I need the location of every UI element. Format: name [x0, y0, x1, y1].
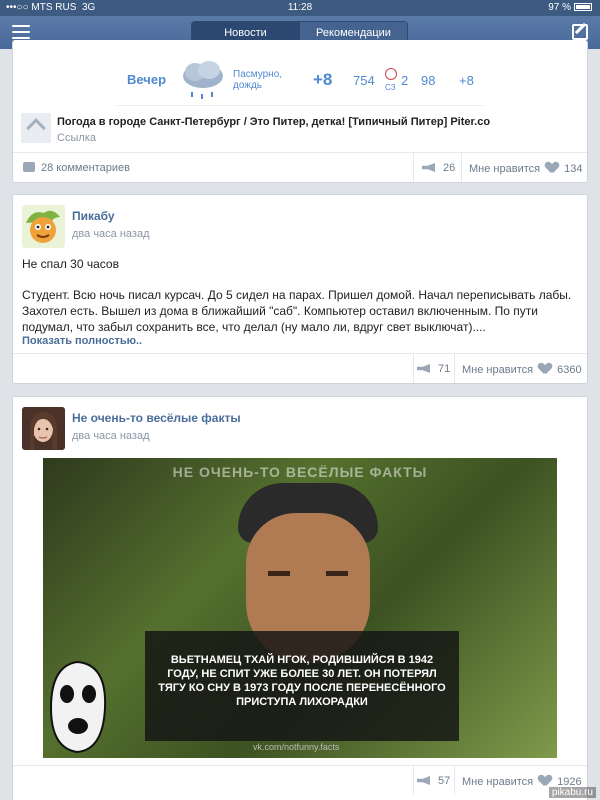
post-facts: Не очень-то весёлые факты два часа назад… — [12, 396, 588, 800]
share-button[interactable]: 26 — [422, 162, 455, 174]
like-label: Мне нравится — [462, 364, 534, 376]
post-image[interactable]: НЕ ОЧЕНЬ-ТО ВЕСЁЛЫЕ ФАКТЫ ВЬЕТНАМЕЦ ТХАЙ… — [43, 458, 557, 758]
user-portrait-icon — [22, 407, 65, 450]
megaphone-icon — [417, 776, 430, 785]
weather-temp: +8 — [313, 70, 333, 89]
heart-icon — [546, 162, 558, 173]
image-source: vk.com/notfunny.facts — [253, 742, 340, 752]
like-label: Мне нравится — [469, 163, 541, 175]
like-button[interactable]: Мне нравится 134 — [469, 162, 582, 175]
heart-icon — [539, 363, 551, 374]
share-arrow-icon — [26, 118, 46, 138]
status-bar: •••○○ MTS RUS 3G 11:28 97 % — [0, 0, 600, 16]
shares-count: 57 — [438, 775, 451, 787]
image-header-text: НЕ ОЧЕНЬ-ТО ВЕСЁЛЫЕ ФАКТЫ — [172, 464, 428, 480]
like-label: Мне нравится — [462, 776, 534, 788]
battery-icon — [574, 3, 592, 11]
megaphone-icon — [417, 364, 430, 373]
image-caption: ВЬЕТНАМЕЦ ТХАЙ НГОК, РОДИВШИЙСЯ В 1942 Г… — [158, 654, 446, 708]
weather-wind-direction: СЗ — [385, 83, 396, 92]
weather-pressure: 754 — [353, 73, 375, 88]
comment-icon — [23, 162, 35, 172]
avatar[interactable] — [22, 407, 65, 450]
comments-count: 28 комментариев — [41, 162, 130, 174]
weather-wind: 2 — [401, 73, 409, 88]
pikabu-logo-icon — [26, 210, 60, 243]
shares-count: 71 — [438, 363, 451, 375]
likes-count: 6360 — [557, 364, 582, 376]
post-title: Не спал 30 часов — [22, 257, 119, 271]
post-weather-link: Вечер Пасмурно, дождь +8 754 СЗ 2 98 +8 … — [12, 40, 588, 183]
clock: 11:28 — [287, 2, 313, 13]
weather-widget-image[interactable]: Вечер Пасмурно, дождь +8 754 СЗ 2 98 +8 — [117, 50, 483, 106]
share-button[interactable]: 71 — [417, 363, 450, 375]
post-author[interactable]: Пикабу — [72, 209, 115, 223]
post-time[interactable]: два часа назад — [72, 430, 149, 442]
comments-button[interactable]: 28 комментариев — [23, 162, 130, 174]
post-pikabu: Пикабу два часа назад Не спал 30 часов С… — [12, 194, 588, 384]
like-button[interactable]: Мне нравится 6360 — [462, 363, 582, 376]
link-thumbnail[interactable] — [21, 113, 51, 143]
weather-humidity: 98 — [421, 73, 436, 88]
post-footer: 71 Мне нравится 6360 — [13, 353, 587, 383]
watermark: pikabu.ru — [548, 787, 596, 798]
show-more-link[interactable]: Показать полностью.. — [22, 335, 142, 347]
share-button[interactable]: 57 — [417, 775, 450, 787]
weather-feels-like: +8 — [459, 73, 474, 88]
image-caption-box: ВЬЕТНАМЕЦ ТХАЙ НГОК, РОДИВШИЙСЯ В 1942 Г… — [145, 631, 459, 741]
compose-icon[interactable] — [572, 24, 588, 40]
battery-percent: 97 % — [548, 2, 571, 13]
post-footer: 28 комментариев 26 Мне нравится 134 — [13, 152, 587, 182]
megaphone-icon — [422, 163, 435, 172]
link-type: Ссылка — [57, 132, 96, 144]
shares-count: 26 — [443, 162, 456, 174]
link-title[interactable]: Погода в городе Санкт-Петербург / Это Пи… — [57, 116, 490, 128]
menu-icon[interactable] — [12, 25, 30, 39]
post-body: Студент. Всю ночь писал курсач. До 5 сид… — [22, 288, 572, 334]
post-time[interactable]: два часа назад — [72, 228, 149, 240]
rage-face-icon — [49, 660, 107, 754]
weather-time-label: Вечер — [127, 72, 167, 87]
avatar[interactable] — [22, 205, 65, 248]
weather-condition: Пасмурно, дождь — [233, 69, 283, 91]
likes-count: 134 — [564, 163, 583, 175]
wind-icon — [385, 68, 397, 80]
post-footer: 57 Мне нравится 1926 — [13, 765, 587, 795]
post-author[interactable]: Не очень-то весёлые факты — [72, 411, 241, 425]
heart-icon — [539, 775, 551, 786]
rain-cloud-icon — [183, 61, 223, 99]
